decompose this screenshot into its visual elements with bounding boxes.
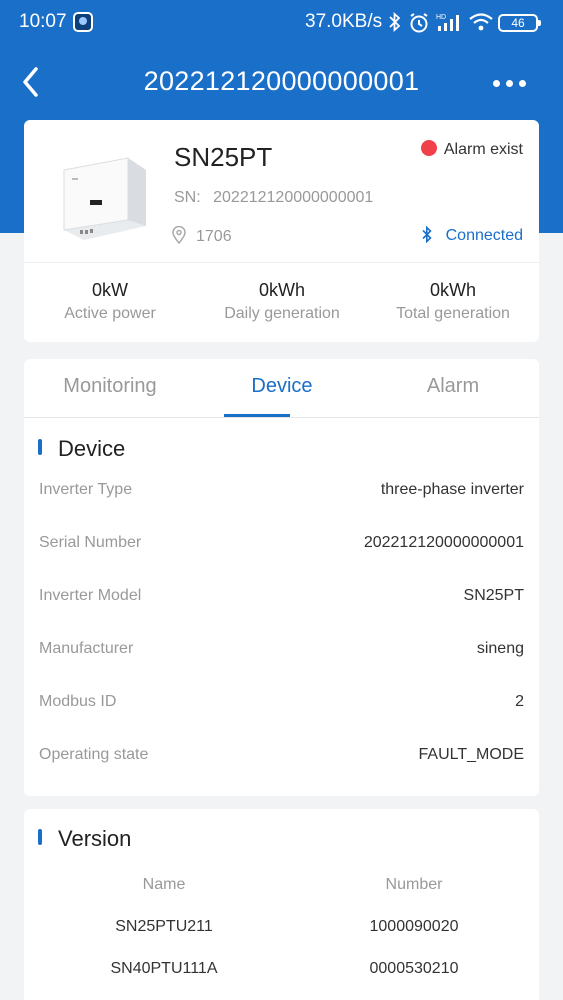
tabs-divider <box>24 417 539 418</box>
section-title-device: Device <box>38 436 125 462</box>
stat-label: Total generation <box>396 305 510 322</box>
active-tab-indicator <box>224 414 290 417</box>
alarm-status[interactable]: Alarm exist <box>420 140 523 159</box>
bluetooth-icon <box>422 225 432 244</box>
more-dot-icon <box>519 80 526 87</box>
sn-label: SN: <box>174 189 201 206</box>
stat-total-generation: 0kWh Total generation <box>367 280 539 323</box>
info-key: Inverter Type <box>39 481 133 498</box>
svg-text:HD: HD <box>436 14 446 21</box>
bluetooth-status-icon <box>389 11 401 37</box>
info-value: FAULT_MODE <box>418 746 525 763</box>
tab-monitoring[interactable]: Monitoring <box>24 375 196 417</box>
version-row-number: 1000090020 <box>369 918 459 935</box>
battery-icon: 46 <box>498 14 541 32</box>
info-key: Operating state <box>39 746 149 763</box>
alarm-status-text: Alarm exist <box>443 141 523 158</box>
section-title-version: Version <box>38 826 131 852</box>
version-header-name: Name <box>142 876 186 893</box>
location-text: 1706 <box>196 228 232 245</box>
version-header-number: Number <box>385 876 443 893</box>
device-summary-card: SN25PT SN: 202212120000000001 1706 Alarm… <box>24 120 539 342</box>
info-value: 202212120000000001 <box>363 534 524 551</box>
stat-value: 0kW <box>92 280 128 300</box>
page-title: 202212120000000001 <box>143 66 420 96</box>
connection-status-text: Connected <box>445 227 523 244</box>
sn-value: 202212120000000001 <box>213 189 374 206</box>
info-value: 2 <box>515 693 524 710</box>
info-value: three-phase inverter <box>380 481 524 498</box>
version-card: Version Name Number SN25PTU211 100009002… <box>24 809 539 1000</box>
stat-label: Active power <box>64 305 156 322</box>
info-key: Modbus ID <box>39 693 117 710</box>
stat-daily-generation: 0kWh Daily generation <box>196 280 368 323</box>
alarm-dot-icon <box>420 140 437 156</box>
connection-status[interactable]: Connected <box>422 225 523 245</box>
device-serial: SN: 202212120000000001 <box>174 189 373 207</box>
section-title-text: Version <box>58 826 132 851</box>
section-marker <box>38 829 42 845</box>
alarm-clock-icon <box>408 12 430 39</box>
section-marker <box>38 439 42 455</box>
inverter-image <box>60 154 150 244</box>
status-bar: 10:07 37.0KB/s HD 46 <box>0 0 563 46</box>
stat-value: 0kWh <box>258 280 305 300</box>
info-value: SN25PT <box>463 587 524 604</box>
stat-value: 0kWh <box>429 280 476 300</box>
more-dot-icon <box>506 80 513 87</box>
signal-icon: HD <box>436 12 462 37</box>
version-row-name: SN40PTU111A <box>110 960 218 977</box>
info-key: Inverter Model <box>39 587 142 604</box>
stat-active-power: 0kW Active power <box>24 280 196 323</box>
more-options-button[interactable] <box>486 68 532 98</box>
tab-alarm[interactable]: Alarm <box>367 375 539 417</box>
app-notification-icon <box>73 12 93 32</box>
info-key: Manufacturer <box>39 640 134 657</box>
section-title-text: Device <box>58 436 126 461</box>
divider <box>24 262 539 263</box>
location-pin-icon <box>172 225 186 245</box>
wifi-icon <box>468 12 494 37</box>
device-name: SN25PT <box>174 142 273 172</box>
tab-device[interactable]: Device <box>196 375 368 417</box>
status-time: 10:07 <box>19 11 67 32</box>
info-value: sineng <box>476 640 524 657</box>
info-key: Serial Number <box>39 534 142 551</box>
device-detail-card: Monitoring Device Alarm Device Inverter … <box>24 359 539 796</box>
stat-label: Daily generation <box>224 305 340 322</box>
device-location: 1706 <box>172 225 232 246</box>
version-row-name: SN25PTU211 <box>115 918 213 935</box>
more-dot-icon <box>493 80 500 87</box>
version-row-number: 0000530210 <box>369 960 459 977</box>
network-speed: 37.0KB/s <box>305 11 383 32</box>
